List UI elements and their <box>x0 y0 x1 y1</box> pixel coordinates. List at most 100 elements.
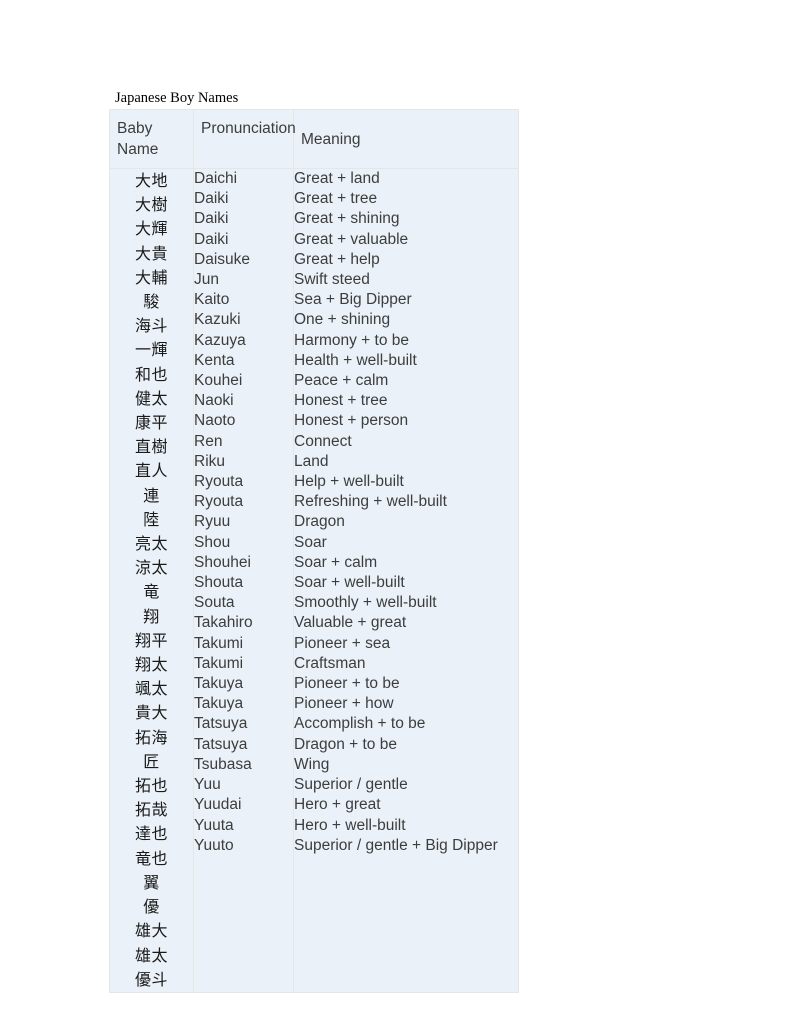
pronunciation-item: Daisuke <box>194 250 250 268</box>
meaning-item: Land <box>294 452 329 470</box>
pronunciation-item: Naoki <box>194 392 234 410</box>
baby-name-item: 大輔 <box>134 267 168 287</box>
pronunciation-item: Daichi <box>194 170 238 187</box>
pronunciation-item: Takuya <box>194 675 244 693</box>
meaning-item: Peace + calm <box>294 372 389 390</box>
baby-name-item: 陸 <box>143 509 160 529</box>
pronunciation-item: Ryuu <box>194 513 231 531</box>
column-header-baby-name: Baby Name <box>109 109 194 169</box>
baby-name-item: 翔 <box>143 606 160 626</box>
meaning-item: Refreshing + well-built <box>294 493 447 511</box>
meaning-item: Superior / gentle <box>294 776 408 794</box>
baby-name-item: 匠 <box>143 751 160 771</box>
column-header-pronunciation: Pronunciation <box>193 109 296 169</box>
pronunciation-item: Naoto <box>194 412 236 430</box>
meaning-item: Help + well-built <box>294 473 404 491</box>
baby-name-item: 大貴 <box>134 243 168 263</box>
meaning-item: Pioneer + to be <box>294 675 400 693</box>
pronunciation-item: Kazuya <box>194 331 246 349</box>
pronunciation-item: Yuu <box>194 776 221 794</box>
pronunciation-item: Shouhei <box>194 553 251 571</box>
meaning-item: Harmony + to be <box>294 331 410 349</box>
meaning-item: Honest + person <box>294 412 409 430</box>
meaning-item: Pioneer + sea <box>294 634 391 652</box>
meaning-item: Great + shining <box>294 210 400 228</box>
pronunciation-item: Takahiro <box>194 614 253 632</box>
meaning-item: Soar <box>294 533 327 551</box>
pronunciation-item: Kazuki <box>194 311 241 329</box>
pronunciation-item: Tsubasa <box>194 755 252 773</box>
meaning-item: One + shining <box>294 311 391 329</box>
pronunciation-item: Tatsuya <box>194 715 248 733</box>
pronunciation-cell: Daichi Daiki Daiki Daiki Daisuke Jun Kaito Kazu… <box>193 168 294 993</box>
meaning-item: Sea + Big Dipper <box>294 291 412 309</box>
meaning-list: Great + land Great + tree Great + shining G… <box>294 169 518 856</box>
pronunciation-item: Ryouta <box>194 473 244 491</box>
pronunciation-item: Ren <box>194 432 223 450</box>
table-header-row: Baby Name Pronunciation Meaning <box>109 109 519 169</box>
baby-name-item: 優斗 <box>134 969 168 989</box>
baby-name-item: 翔平 <box>134 630 168 650</box>
pronunciation-item: Takumi <box>194 654 244 672</box>
baby-name-item: 和也 <box>134 364 168 384</box>
pronunciation-item: Kenta <box>194 351 235 369</box>
pronunciation-item: Ryouta <box>194 493 244 511</box>
meaning-item: Craftsman <box>294 654 366 672</box>
pronunciation-item: Souta <box>194 594 235 612</box>
meaning-cell: Great + land Great + tree Great + shining G… <box>293 168 519 993</box>
pronunciation-item: Yuuto <box>194 836 234 854</box>
meaning-item: Great + help <box>294 250 380 268</box>
pronunciation-item: Kaito <box>194 291 230 309</box>
meaning-item: Smoothly + well-built <box>294 594 437 612</box>
baby-name-item: 達也 <box>134 824 168 844</box>
baby-name-item: 竜也 <box>134 848 168 868</box>
pronunciation-item: Kouhei <box>194 372 243 390</box>
pronunciation-item: Daiki <box>194 210 229 228</box>
baby-name-item: 貴大 <box>134 703 168 723</box>
meaning-item: Dragon + to be <box>294 735 397 753</box>
pronunciation-item: Riku <box>194 452 226 470</box>
baby-name-item: 拓海 <box>134 727 168 747</box>
meaning-item: Pioneer + how <box>294 695 394 713</box>
pronunciation-item: Shou <box>194 533 231 551</box>
baby-name-item: 拓哉 <box>134 800 168 820</box>
japanese-boy-names-table: Baby Name Pronunciation Meaning 大地 大樹 大輝 大貴… <box>109 109 519 993</box>
baby-name-item: 康平 <box>134 413 168 433</box>
table-header: Baby Name Pronunciation Meaning <box>109 109 519 169</box>
baby-name-item: 拓也 <box>134 776 168 796</box>
baby-name-cell: 大地 大樹 大輝 大貴 大輔駿海斗 一輝 和也 健太 康平 直樹 直人連陸亮太 涼太竜翔翔平 翔太 颯太貴… <box>109 168 194 993</box>
baby-name-item: 健太 <box>134 388 168 408</box>
meaning-item: Hero + great <box>294 796 381 814</box>
pronunciation-item: Daiki <box>194 230 229 248</box>
baby-name-item: 涼太 <box>134 558 168 578</box>
meaning-item: Health + well-built <box>294 351 417 369</box>
baby-name-item: 翼 <box>143 872 160 892</box>
baby-name-item: 連 <box>143 485 160 505</box>
pronunciation-item: Daiki <box>194 190 229 208</box>
pronunciation-item: Yuudai <box>194 796 242 814</box>
meaning-item: Wing <box>294 755 330 773</box>
meaning-item: Great + land <box>294 170 380 187</box>
pronunciation-list: Daichi Daiki Daiki Daiki Daisuke Jun Kaito Kazu… <box>194 169 293 856</box>
baby-name-item: 雄太 <box>134 945 168 965</box>
column-header-meaning: Meaning <box>293 109 519 169</box>
meaning-item: Connect <box>294 432 352 450</box>
baby-name-item: 颯太 <box>134 679 168 699</box>
baby-name-item: 大樹 <box>134 195 168 215</box>
baby-name-item: 翔太 <box>134 655 168 675</box>
baby-name-item: 一輝 <box>134 340 168 360</box>
baby-name-item: 雄大 <box>134 921 168 941</box>
meaning-item: Swift steed <box>294 271 370 289</box>
baby-name-item: 優 <box>143 897 160 917</box>
table-body: 大地 大樹 大輝 大貴 大輔駿海斗 一輝 和也 健太 康平 直樹 直人連陸亮太 涼太竜翔翔平 翔太 颯太貴… <box>109 168 519 993</box>
document-title: Japanese Boy Names <box>115 90 239 106</box>
meaning-item: Soar + calm <box>294 553 378 571</box>
meaning-item: Hero + well-built <box>294 816 406 834</box>
meaning-item: Great + tree <box>294 190 378 208</box>
pronunciation-item: Jun <box>194 271 219 289</box>
baby-name-item: 竜 <box>143 582 160 602</box>
meaning-item: Valuable + great <box>294 614 407 632</box>
pronunciation-item: Takuya <box>194 695 244 713</box>
meaning-item: Honest + tree <box>294 392 388 410</box>
baby-name-list: 大地 大樹 大輝 大貴 大輔駿海斗 一輝 和也 健太 康平 直樹 直人連陸亮太 涼太竜翔翔平 翔太 颯太貴… <box>110 169 193 992</box>
